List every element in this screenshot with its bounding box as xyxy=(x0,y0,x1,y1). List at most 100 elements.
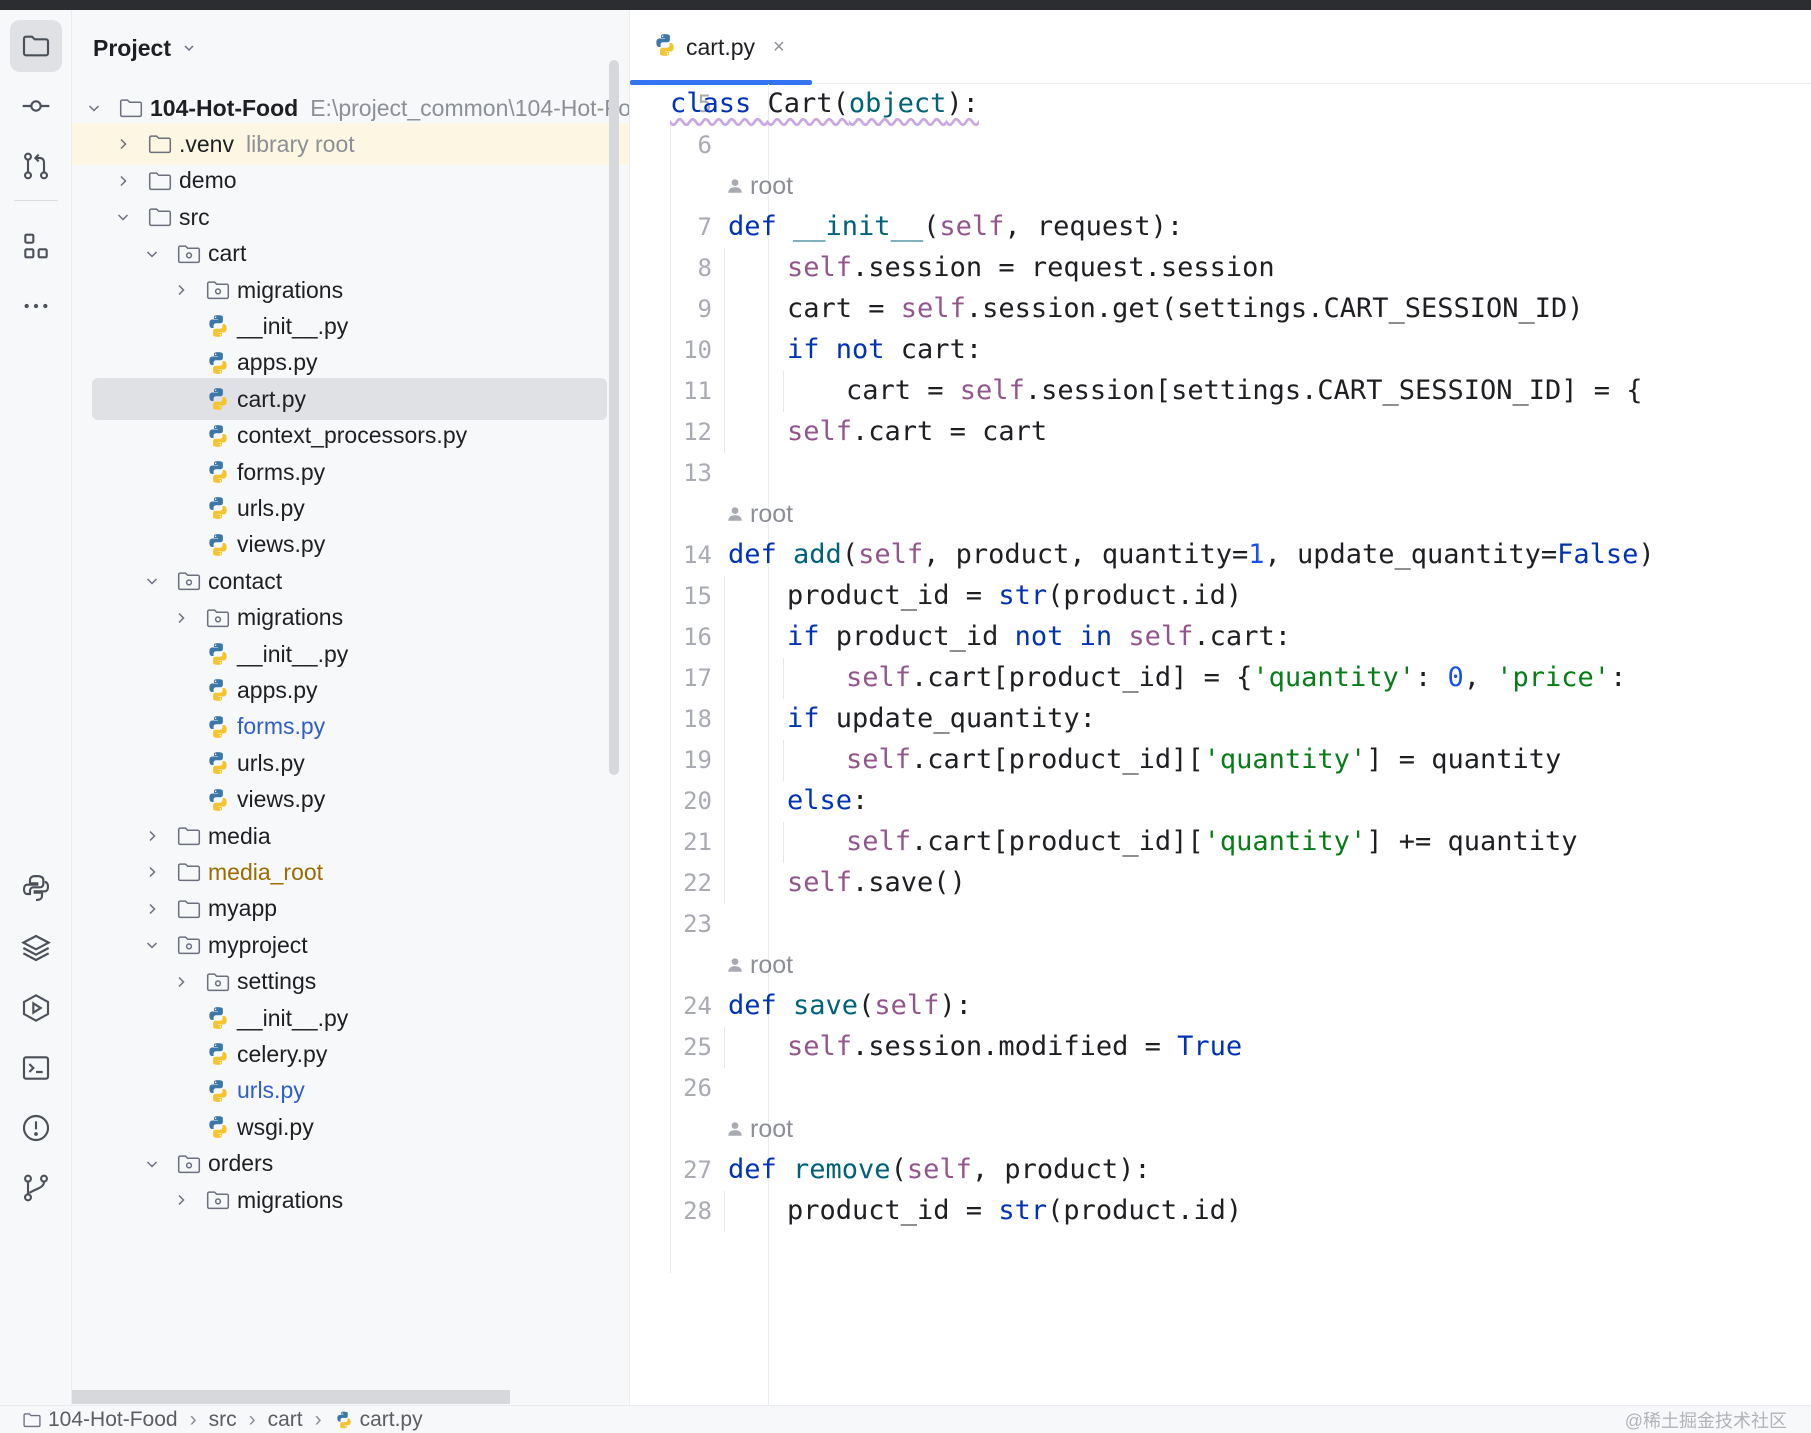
python-file-icon xyxy=(205,350,231,376)
code-token: self xyxy=(1128,621,1194,652)
breadcrumb-item[interactable]: src xyxy=(209,1408,237,1432)
breadcrumb-item[interactable]: cart xyxy=(268,1408,303,1432)
tree-item-label: __init__.py xyxy=(237,312,349,339)
tree-item-hint: E:\project_common\104-Hot-Food xyxy=(310,94,630,121)
chevron-right-icon[interactable] xyxy=(171,280,191,300)
package-folder-icon xyxy=(205,969,231,995)
folder-icon xyxy=(118,95,144,121)
code-area[interactable]: class Cart(object): root def __init__(self… xyxy=(630,10,1811,1405)
folder-icon[interactable] xyxy=(10,20,62,72)
tree-item-label: celery.py xyxy=(237,1040,328,1067)
package-folder-icon xyxy=(205,605,231,631)
code-token: def xyxy=(728,211,794,242)
tree-item-label: cart.py xyxy=(237,385,307,412)
code-token: 'quantity' xyxy=(1203,826,1367,857)
indent-guide xyxy=(783,658,784,699)
code-token: .cart[product_id][ xyxy=(911,826,1204,857)
watermark: @稀土掘金技术社区 xyxy=(1624,1411,1787,1431)
chevron-right-icon[interactable] xyxy=(142,826,162,846)
python-console-icon[interactable] xyxy=(10,862,62,914)
vertical-scrollbar[interactable] xyxy=(609,60,619,775)
project-header[interactable]: Project xyxy=(72,10,629,86)
code-token: self xyxy=(787,252,853,283)
breadcrumb-label: cart.py xyxy=(359,1407,423,1431)
code-token: add xyxy=(793,539,842,570)
project-title: Project xyxy=(93,34,171,61)
code-token: cart: xyxy=(900,334,983,365)
code-token: .session.modified = xyxy=(852,1031,1178,1062)
package-folder-icon xyxy=(205,1187,231,1213)
chevron-down-icon[interactable] xyxy=(142,1154,162,1174)
chevron-down-icon[interactable] xyxy=(84,98,104,118)
chevron-right-icon[interactable] xyxy=(113,134,133,154)
code-token: self xyxy=(846,744,912,775)
chevron-down-icon[interactable] xyxy=(142,571,162,591)
code-line: self.cart = cart xyxy=(787,412,1047,452)
status-bar: 104-Hot-Food › src › cart › cart.py xyxy=(0,1405,1811,1433)
breadcrumb-label: cart xyxy=(267,1407,303,1431)
terminal-icon[interactable] xyxy=(10,1042,62,1094)
tree-item-label: myproject xyxy=(208,931,308,958)
code-token: ( xyxy=(832,88,849,119)
code-token: str xyxy=(998,1195,1048,1226)
code-line: class Cart(object): xyxy=(670,84,979,124)
chevron-down-icon[interactable] xyxy=(142,935,162,955)
structure-icon[interactable] xyxy=(10,220,62,272)
chevron-down-icon[interactable] xyxy=(142,244,162,264)
code-token: def xyxy=(728,990,794,1021)
code-token: , xyxy=(1463,662,1497,693)
breadcrumb-label: 104-Hot-Food xyxy=(48,1407,178,1431)
tree-item-label: contact xyxy=(208,567,283,594)
python-file-icon xyxy=(205,1005,231,1031)
activity-bar xyxy=(0,10,72,1405)
problems-icon[interactable] xyxy=(10,1102,62,1154)
chevron-right-icon[interactable] xyxy=(142,899,162,919)
layers-icon[interactable] xyxy=(10,922,62,974)
chevron-right-icon[interactable] xyxy=(142,862,162,882)
horizontal-scrollbar[interactable] xyxy=(72,1390,510,1404)
code-token: 0 xyxy=(1447,662,1464,693)
chevron-right-icon[interactable] xyxy=(171,608,191,628)
chevron-down-icon[interactable] xyxy=(113,207,133,227)
code-token: self xyxy=(906,1154,972,1185)
python-file-icon xyxy=(205,423,231,449)
tree-item[interactable]: migrations xyxy=(72,1179,629,1221)
code-token: self xyxy=(959,375,1025,406)
tree-item-label: migrations xyxy=(237,604,344,631)
code-token: ( xyxy=(858,990,875,1021)
run-icon[interactable] xyxy=(10,982,62,1034)
commit-icon[interactable] xyxy=(10,80,62,132)
more-icon[interactable] xyxy=(10,280,62,332)
breadcrumb-item[interactable]: cart.py xyxy=(334,1408,423,1432)
code-token: (product.id) xyxy=(1047,580,1243,611)
pull-request-icon[interactable] xyxy=(10,140,62,192)
folder-icon xyxy=(147,204,173,230)
chevron-right-icon[interactable] xyxy=(113,171,133,191)
chevron-right-icon[interactable] xyxy=(171,1190,191,1210)
code-token: def xyxy=(728,1154,794,1185)
python-file-icon xyxy=(205,677,231,703)
code-author-hint[interactable]: root xyxy=(726,494,793,534)
user-icon xyxy=(728,1122,742,1136)
user-icon xyxy=(728,507,742,521)
code-token: product_id = xyxy=(787,1195,999,1226)
git-branch-icon[interactable] xyxy=(10,1162,62,1214)
code-token: self xyxy=(858,539,924,570)
breadcrumb-item[interactable]: 104-Hot-Food xyxy=(22,1408,178,1432)
tree-item-label: urls.py xyxy=(237,1077,305,1104)
code-token: , product): xyxy=(971,1154,1151,1185)
author-name: root xyxy=(750,172,794,200)
chevron-right-icon[interactable] xyxy=(171,972,191,992)
code-line: else: xyxy=(787,781,868,821)
code-author-hint[interactable]: root xyxy=(726,166,793,206)
code-token: .session = request.session xyxy=(852,252,1275,283)
code-token: object xyxy=(848,88,947,119)
code-line: product_id = str(product.id) xyxy=(787,576,1242,616)
code-author-hint[interactable]: root xyxy=(726,1109,793,1149)
code-author-hint[interactable]: root xyxy=(726,945,793,985)
